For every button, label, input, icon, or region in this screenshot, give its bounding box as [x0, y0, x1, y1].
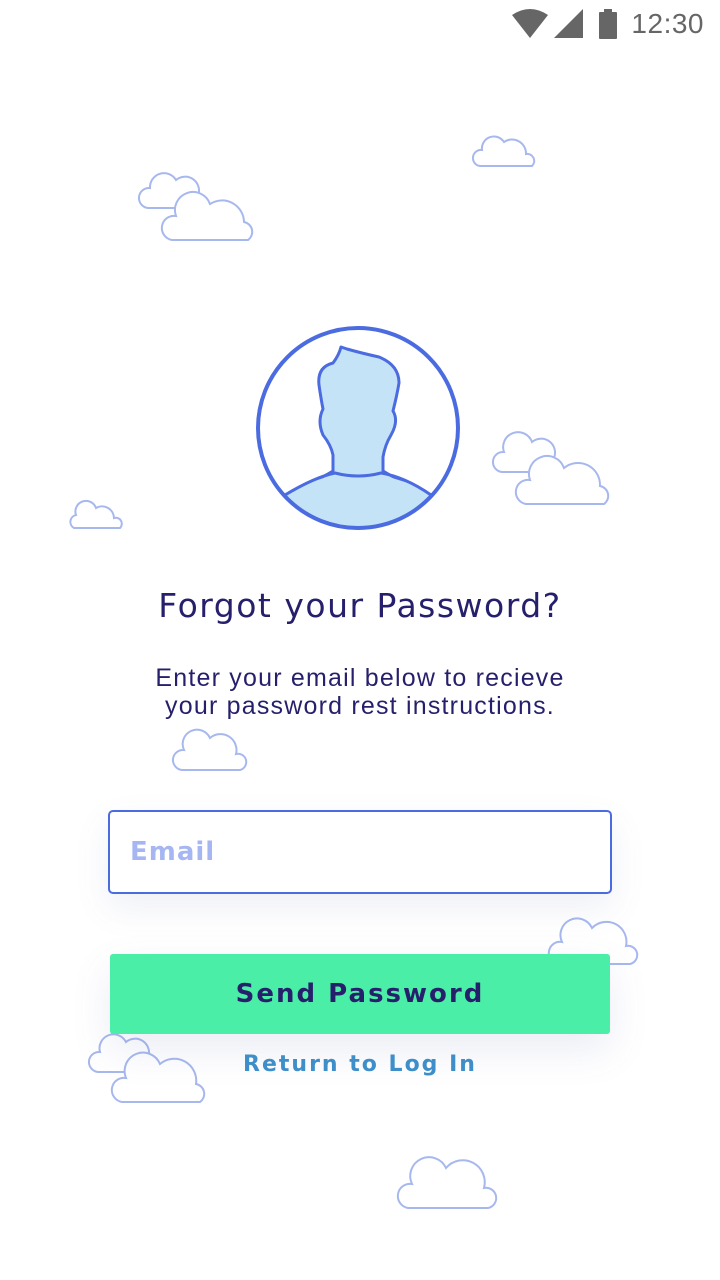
cloud-decoration — [160, 191, 254, 241]
battery-icon — [599, 9, 617, 39]
cloud-decoration — [514, 455, 610, 505]
user-silhouette-icon — [256, 326, 460, 530]
wifi-icon — [512, 9, 548, 38]
cloud-decoration — [172, 728, 248, 771]
signal-icon — [554, 9, 583, 38]
status-bar: 12:30 — [0, 0, 720, 48]
email-field[interactable] — [108, 810, 612, 894]
cloud-decoration — [396, 1156, 498, 1209]
cloud-decoration — [69, 499, 123, 529]
page-title: Forgot your Password? — [158, 586, 562, 625]
status-time: 12:30 — [631, 8, 704, 39]
instructions-text: Enter your email below to recieve your p… — [155, 664, 565, 720]
send-password-button[interactable]: Send Password — [110, 954, 610, 1034]
return-to-login-link[interactable]: Return to Log In — [0, 1052, 720, 1077]
cloud-decoration — [471, 135, 536, 167]
